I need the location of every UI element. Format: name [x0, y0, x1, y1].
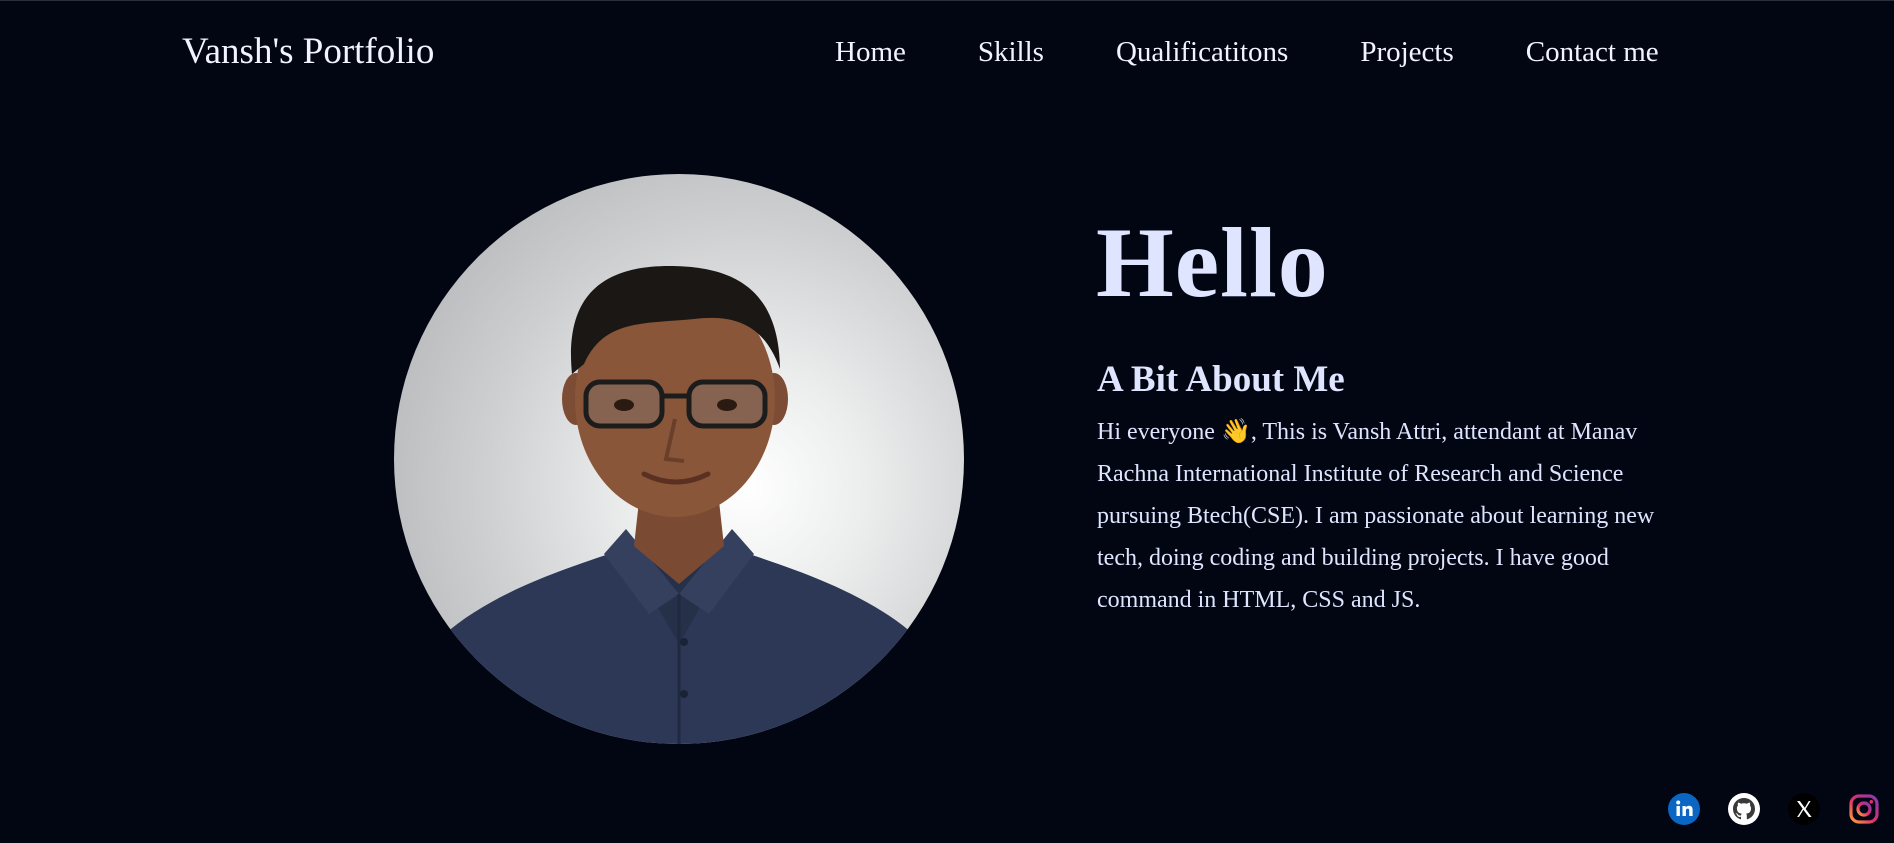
profile-illustration: [394, 266, 964, 744]
nav-skills[interactable]: Skills: [978, 36, 1044, 69]
profile-photo: [394, 174, 964, 744]
x-icon[interactable]: [1788, 793, 1820, 825]
instagram-icon[interactable]: [1848, 793, 1880, 825]
site-brand[interactable]: Vansh's Portfolio: [182, 30, 434, 73]
nav-contact[interactable]: Contact me: [1526, 36, 1659, 69]
nav-projects[interactable]: Projects: [1360, 36, 1453, 69]
main-nav: Home Skills Qualificatitons Projects Con…: [835, 36, 1659, 69]
about-title: A Bit About Me: [1097, 359, 1345, 400]
about-text: Hi everyone 👋, This is Vansh Attri, atte…: [1097, 419, 1655, 613]
nav-home[interactable]: Home: [835, 36, 906, 69]
github-icon[interactable]: [1728, 793, 1760, 825]
top-border: [0, 0, 1894, 1]
linkedin-icon[interactable]: [1668, 793, 1700, 825]
social-links: [1668, 793, 1880, 825]
nav-qualifications[interactable]: Qualificatitons: [1116, 36, 1288, 69]
greeting-heading: Hello: [1096, 207, 1329, 318]
